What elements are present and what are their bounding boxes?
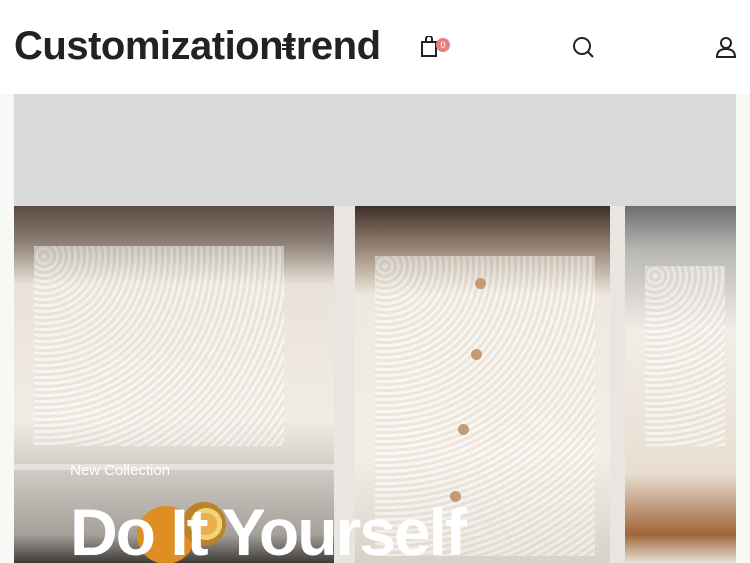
hero-title: Do It Yourself <box>70 495 467 563</box>
cart-button[interactable]: 0 <box>420 36 450 58</box>
site-logo[interactable]: Customizationtrend <box>14 24 381 69</box>
hero-banner[interactable]: New Collection Do It Yourself <box>14 94 736 563</box>
search-icon[interactable] <box>572 36 594 58</box>
site-header: Customizationtrend 0 <box>0 0 750 94</box>
hero-subtitle: New Collection <box>70 462 171 479</box>
hero-left-edge <box>0 94 14 563</box>
menu-icon[interactable] <box>281 36 295 58</box>
hero-right-edge <box>736 94 750 563</box>
hero-photo-panel-right <box>625 206 736 563</box>
cart-count-badge: 0 <box>436 38 450 52</box>
user-icon[interactable] <box>714 36 738 58</box>
